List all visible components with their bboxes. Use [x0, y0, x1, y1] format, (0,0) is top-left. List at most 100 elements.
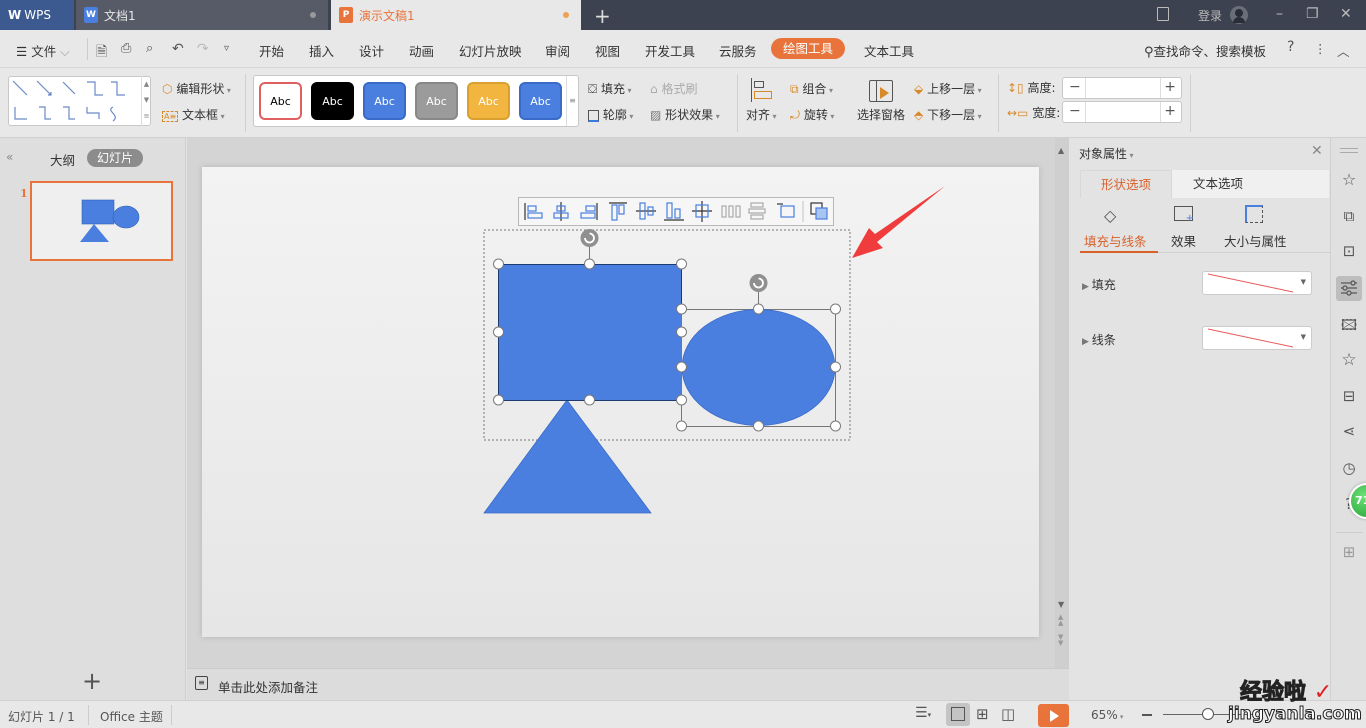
resize-handle[interactable] — [676, 361, 687, 373]
close-window-icon[interactable]: ✕ — [1340, 6, 1352, 22]
tab-developer[interactable]: 开发工具 — [645, 41, 695, 60]
tab-design[interactable]: 设计 — [359, 41, 384, 60]
shape-style-6[interactable]: Abc — [519, 82, 562, 120]
resize-handle[interactable] — [753, 303, 764, 315]
tab-cloud[interactable]: 云服务 — [719, 41, 757, 60]
restore-icon[interactable]: ❐ — [1306, 6, 1319, 22]
subtab-effects[interactable]: 效果 — [1171, 231, 1196, 250]
favorites-star-icon[interactable]: ☆ — [1339, 350, 1359, 370]
wps-home-tab[interactable]: W WPS — [0, 0, 74, 30]
redo-icon[interactable]: ↷ — [197, 41, 209, 57]
selection-pane-button[interactable]: 选择窗格 — [857, 106, 905, 123]
fill-section-toggle[interactable]: ▶ 填充 — [1082, 276, 1116, 293]
outline-button[interactable]: 轮廓 ▾ — [588, 106, 633, 123]
user-avatar[interactable] — [1230, 6, 1248, 24]
align-center-icon[interactable] — [553, 202, 569, 221]
history-icon[interactable]: ◷ — [1339, 459, 1359, 479]
fit-to-slide-icon[interactable] — [777, 203, 795, 218]
shape-style-4[interactable]: Abc — [415, 82, 458, 120]
textbox-button[interactable]: A≡ 文本框 ▾ — [162, 106, 225, 123]
align-button[interactable]: 对齐 ▾ — [746, 106, 777, 123]
resize-handle[interactable] — [830, 361, 841, 373]
group-button[interactable]: ⧉ 组合 ▾ — [790, 80, 833, 97]
align-center-both-icon[interactable] — [692, 201, 712, 222]
rotate-button[interactable]: ⤾ 旋转 ▾ — [790, 106, 834, 123]
vertical-scrollbar[interactable]: ▲ ▼ ▲ ▲ ▼ ▼ — [1055, 138, 1069, 668]
resize-handle[interactable] — [753, 420, 764, 432]
slide-thumbnail-1[interactable] — [30, 181, 173, 261]
archive-box-icon[interactable]: ⊟ — [1339, 387, 1359, 407]
close-panel-icon[interactable]: ✕ — [1311, 143, 1323, 159]
shapes-icon[interactable]: ⊡ — [1339, 242, 1359, 262]
resize-handle[interactable] — [493, 326, 504, 338]
add-slide-button[interactable]: + — [82, 669, 102, 693]
distribute-vertical-icon[interactable] — [748, 202, 766, 220]
command-search[interactable]: ⚲查找命令、搜索模板 — [1144, 41, 1266, 60]
login-link[interactable]: 登录 — [1198, 7, 1222, 24]
resize-handle[interactable] — [676, 258, 687, 270]
quick-access-dropdown-icon[interactable]: ▿ — [224, 43, 229, 54]
gallery-scroll[interactable]: ▲ ▼ ≡ — [141, 76, 151, 126]
collapse-ribbon-icon[interactable]: ︿ — [1337, 41, 1350, 60]
share-icon[interactable]: ⋖ — [1339, 422, 1359, 442]
resize-handle[interactable] — [830, 420, 841, 432]
tab-text-tools[interactable]: 文本工具 — [864, 41, 914, 60]
new-tab-button[interactable]: + — [594, 4, 611, 28]
line-shapes-gallery[interactable] — [8, 76, 151, 126]
format-painter-button[interactable]: ⌂ 格式刷 — [650, 80, 697, 97]
tab-slides[interactable]: 幻灯片 — [87, 149, 143, 167]
normal-view-button[interactable] — [946, 703, 970, 726]
tab-shape-options[interactable]: 形状选项 — [1080, 170, 1172, 198]
send-backward-button[interactable]: ⬘ 下移一层 ▾ — [914, 106, 982, 123]
align-middle-icon[interactable] — [636, 202, 656, 220]
panel-title[interactable]: 对象属性 ▾ — [1079, 145, 1134, 162]
theme-name[interactable]: Office 主题 — [100, 708, 163, 725]
tab-home[interactable]: 开始 — [259, 41, 284, 60]
tab-slideshow[interactable]: 幻灯片放映 — [459, 41, 522, 60]
zoom-level-dropdown[interactable]: 65% ▾ — [1091, 708, 1123, 722]
shape-effects-button[interactable]: ▨ 形状效果 ▾ — [650, 106, 720, 123]
rectangle-shape[interactable] — [498, 264, 682, 401]
fill-dropdown[interactable]: ▼ — [1202, 271, 1312, 295]
styles-more-icon[interactable]: ≡ — [566, 76, 578, 126]
slide-sorter-icon[interactable]: ⊞ — [976, 705, 989, 723]
subtab-size-properties[interactable]: 大小与属性 — [1224, 231, 1287, 250]
tab-close-dot[interactable] — [310, 12, 316, 18]
align-icon[interactable] — [750, 78, 774, 102]
scroll-up-icon[interactable]: ▲ — [1058, 146, 1064, 155]
collapse-panel-icon[interactable]: « — [6, 150, 13, 164]
fill-button[interactable]: ⛋ 填充 ▾ — [588, 80, 632, 97]
notes-toggle-icon[interactable]: ☰▾ — [915, 705, 931, 721]
print-icon[interactable]: ⎙ — [121, 41, 131, 56]
tab-drawing-tools[interactable]: 绘图工具 — [771, 38, 845, 59]
print-preview-icon[interactable]: ⌕ — [146, 41, 153, 56]
line-section-toggle[interactable]: ▶ 线条 — [1082, 331, 1116, 348]
replace-shape-icon[interactable]: ⧉ — [1339, 207, 1359, 227]
play-slideshow-button[interactable] — [1038, 704, 1069, 727]
selection-pane-icon[interactable] — [869, 80, 893, 102]
notes-area[interactable]: ≡ 单击此处添加备注 — [187, 668, 1069, 700]
align-right-icon[interactable] — [580, 203, 598, 220]
magic-star-icon[interactable]: ☆ — [1339, 170, 1359, 190]
height-stepper[interactable]: − + — [1062, 77, 1182, 99]
ellipse-shape[interactable] — [681, 309, 836, 426]
tab-outline[interactable]: 大纲 — [50, 150, 75, 169]
resize-handle[interactable] — [584, 258, 595, 270]
width-increment-button[interactable]: + — [1164, 103, 1176, 119]
tab-presentation1[interactable]: P 演示文稿1 — [331, 0, 581, 30]
image-gallery-icon[interactable]: 🖾 — [1339, 315, 1359, 335]
height-decrement-button[interactable]: − — [1069, 79, 1081, 95]
tab-insert[interactable]: 插入 — [309, 41, 334, 60]
tab-animation[interactable]: 动画 — [409, 41, 434, 60]
zoom-out-button[interactable] — [1142, 714, 1152, 716]
height-input[interactable] — [1085, 78, 1161, 98]
rect-rotate-handle[interactable] — [580, 229, 599, 247]
width-stepper[interactable]: − + — [1062, 101, 1182, 123]
reading-view-icon[interactable]: ◫ — [1001, 705, 1015, 723]
resize-handle[interactable] — [676, 303, 687, 315]
distribute-horizontal-icon[interactable] — [721, 205, 741, 218]
shape-style-2[interactable]: Abc — [311, 82, 354, 120]
help-icon[interactable]: ? — [1287, 39, 1294, 55]
height-increment-button[interactable]: + — [1164, 79, 1176, 95]
tab-document1[interactable]: W 文档1 — [76, 0, 328, 30]
